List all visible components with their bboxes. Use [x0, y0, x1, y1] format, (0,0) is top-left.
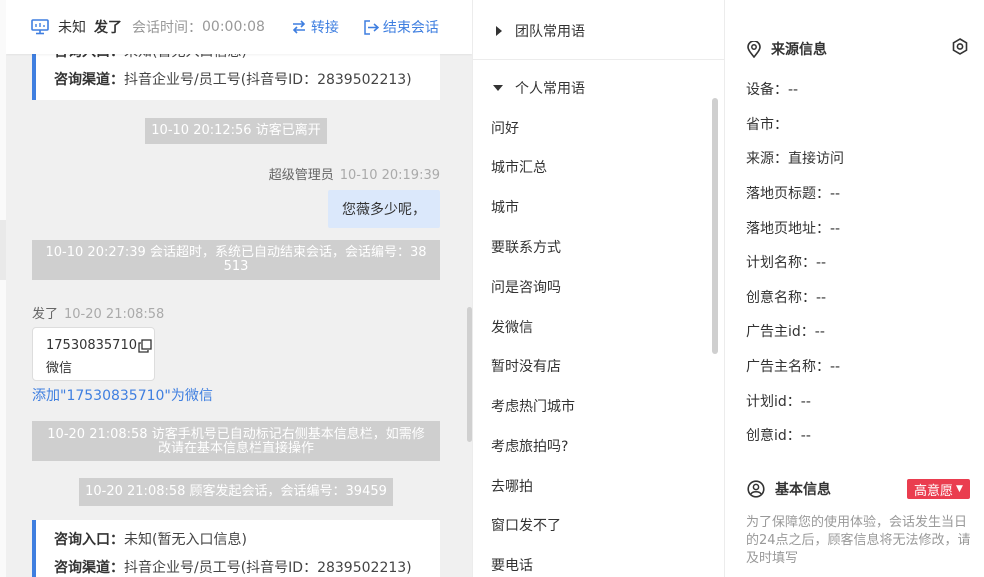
system-message-visitor-left: 10-10 20:12:56 访客已离开 — [145, 118, 327, 144]
source-field-creative-id: 创意id：-- — [746, 428, 811, 444]
source-field-landing-title: 落地页标题：-- — [746, 186, 841, 202]
source-field-origin: 来源：直接访问 — [746, 151, 844, 167]
consult-channel-row: 咨询渠道：抖音企业号/员工号(抖音号ID：2839502213) — [54, 560, 412, 576]
phrases-scrollbar[interactable] — [712, 98, 718, 354]
copy-icon[interactable] — [138, 338, 152, 353]
transfer-icon — [292, 20, 306, 34]
source-field-plan-name: 计划名称：-- — [746, 255, 827, 271]
source-field-region: 省市： — [746, 117, 788, 133]
phrase-item[interactable]: 发微信 — [491, 317, 533, 337]
visitor-nickname: 发了 — [94, 20, 122, 36]
visitor-name: 未知 — [58, 20, 86, 36]
location-pin-icon — [747, 40, 761, 58]
phrase-item[interactable]: 城市 — [491, 197, 519, 217]
intent-level-dropdown[interactable]: 高意愿 ▼ — [907, 479, 970, 499]
phrase-item[interactable]: 窗口发不了 — [491, 515, 561, 535]
basic-info-header: 基本信息 — [747, 479, 831, 499]
consult-entry-row: 咨询入口：未知(暂无入口信息) — [54, 532, 247, 548]
phone-type: 微信 — [46, 361, 73, 376]
phrase-item[interactable]: 问是咨询吗 — [491, 277, 561, 297]
caret-down-icon — [493, 84, 503, 92]
agent-message-time: 10-10 20:19:39 — [339, 168, 440, 183]
source-info-header: 来源信息 — [747, 39, 827, 59]
chat-pane: 咨询入口：未知(暂无入口信息) 咨询渠道：抖音企业号/员工号(抖音号ID：283… — [6, 0, 472, 577]
transfer-button[interactable]: 转接 — [291, 17, 339, 37]
customer-message-time: 10-20 21:08:58 — [64, 307, 165, 322]
chat-header: 未知 发了 会话时间： 00:00:08 转接 结束会话 — [6, 0, 472, 54]
agent-name: 超级管理员 10-10 20:19:39 — [268, 168, 440, 183]
phrases-pane: 团队常用语 个人常用语 问好 城市汇总 城市 要联系方式 问是咨询吗 发微信 暂… — [472, 0, 725, 577]
customer-name: 发了 10-20 21:08:58 — [32, 307, 165, 322]
source-field-landing-url: 落地页地址：-- — [746, 221, 841, 237]
source-field-device: 设备：-- — [746, 82, 799, 98]
source-field-plan-id: 计划id：-- — [746, 394, 811, 410]
caret-down-icon: ▼ — [956, 484, 963, 494]
system-message-phone-marked: 10-20 21:08:58 访客手机号已自动标记右侧基本信息栏，如需修 改请在… — [32, 421, 440, 461]
session-time-label: 会话时间： — [132, 20, 202, 36]
phrase-item[interactable]: 城市汇总 — [491, 157, 547, 177]
transfer-label: 转接 — [310, 20, 339, 36]
phrase-item[interactable]: 考虑旅拍吗? — [491, 436, 568, 456]
basic-info-note: 为了保障您的使用体验，会话发生当日的24点之后，顾客信息将无法修改，请及时填写 — [746, 515, 971, 566]
phone-card[interactable]: 17530835710 微信 — [32, 327, 155, 381]
phrase-item[interactable]: 去哪拍 — [491, 476, 533, 496]
phrase-item[interactable]: 暂时没有店 — [491, 356, 561, 376]
customer-info-pane: 来源信息 设备：-- 省市： 来源：直接访问 落地页标题：-- 落地页地址：--… — [725, 0, 984, 577]
end-session-button[interactable]: 结束会话 — [363, 17, 439, 37]
agent-message-bubble: 您薇多少呢， — [328, 190, 440, 228]
phone-number: 17530835710 — [46, 338, 137, 353]
consult-channel-row: 咨询渠道：抖音企业号/员工号(抖音号ID：2839502213) — [54, 72, 412, 88]
phrase-item[interactable]: 要联系方式 — [491, 237, 561, 257]
source-field-creative-name: 创意名称：-- — [746, 290, 827, 306]
team-phrases-group[interactable]: 团队常用语 — [495, 21, 585, 41]
exit-icon — [364, 19, 379, 35]
caret-right-icon — [495, 26, 503, 36]
personal-phrases-group[interactable]: 个人常用语 — [493, 78, 585, 98]
end-session-label: 结束会话 — [382, 20, 439, 36]
phrase-item[interactable]: 问好 — [491, 118, 519, 138]
session-time-value: 00:00:08 — [202, 19, 265, 35]
phrase-item[interactable]: 考虑热门城市 — [491, 396, 575, 416]
system-message-timeout: 10-10 20:27:39 会话超时，系统已自动结束会话，会话编号：38 51… — [32, 240, 440, 280]
phrase-item[interactable]: 要电话 — [491, 555, 533, 575]
user-circle-icon — [747, 480, 765, 498]
source-field-advertiser-id: 广告主id：-- — [746, 324, 825, 340]
system-message-session-start: 10-20 21:08:58 顾客发起会话，会话编号：39459 — [79, 478, 393, 506]
add-wechat-link[interactable]: 添加"17530835710"为微信 — [32, 385, 213, 405]
consult-info-card-bottom: 咨询入口：未知(暂无入口信息) 咨询渠道：抖音企业号/员工号(抖音号ID：283… — [32, 520, 440, 577]
monitor-icon — [30, 17, 50, 37]
group-divider — [473, 59, 724, 60]
source-field-advertiser-name: 广告主名称：-- — [746, 359, 841, 375]
settings-icon[interactable] — [950, 37, 970, 61]
